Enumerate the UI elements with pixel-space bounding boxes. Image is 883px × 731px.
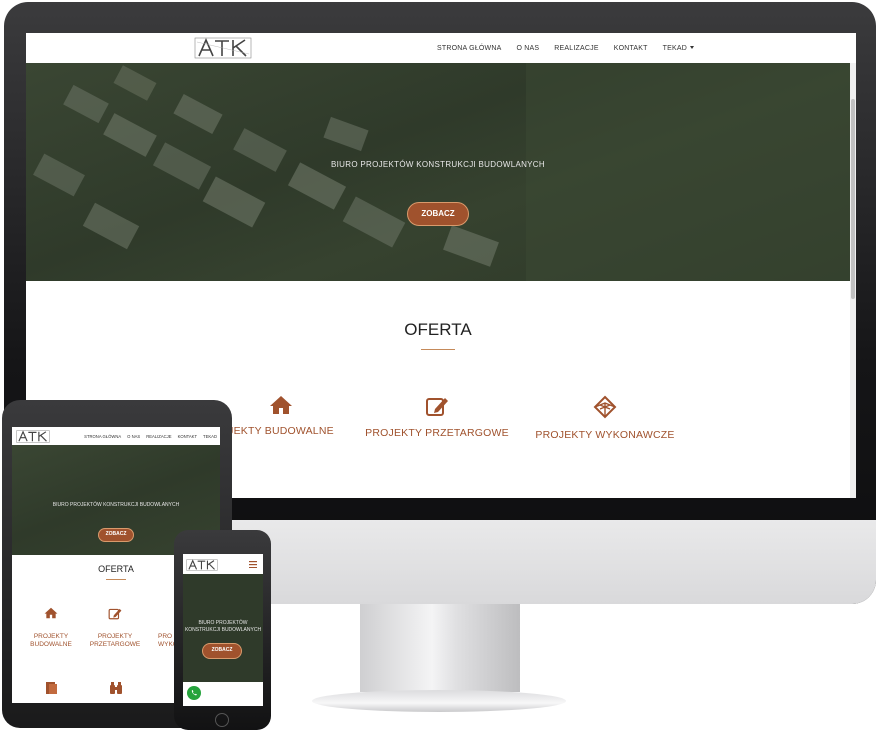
atk-logo[interactable] bbox=[186, 559, 218, 571]
phone-bottom-bar bbox=[183, 682, 263, 706]
whatsapp-icon[interactable] bbox=[187, 686, 201, 700]
cube-icon bbox=[593, 395, 617, 419]
hero-tagline: BIURO PROJEKTÓW KONSTRUKCJI BUDOWLANYCH bbox=[52, 502, 180, 508]
oferta-divider bbox=[421, 349, 455, 350]
hero-tagline: BIURO PROJEKTÓW KONSTRUKCJI BUDOWLANYCH bbox=[331, 160, 545, 169]
home-icon bbox=[270, 396, 292, 414]
service-projekty-budowalne[interactable]: PROJEKTY BUDOWALNE bbox=[24, 633, 78, 649]
imac-stand-base bbox=[312, 690, 566, 712]
nav-kontakt[interactable]: KONTAKT bbox=[614, 45, 648, 52]
nav-o-nas[interactable]: O NAS bbox=[517, 45, 540, 52]
nav-realizacje[interactable]: REALIZACJE bbox=[554, 45, 598, 52]
hero-zobacz-button[interactable]: ZOBACZ bbox=[202, 643, 242, 659]
tablet-menu: STRONA GŁÓWNA O NAS REALIZACJE KONTAKT T… bbox=[84, 427, 217, 445]
service-label: PROJEKTY PRZETARGOWE bbox=[365, 427, 509, 439]
hero-aerial-image bbox=[33, 63, 850, 281]
phone-navbar bbox=[183, 554, 263, 574]
hero-banner: BIURO PROJEKTÓW KONSTRUKCJI BUDOWLANYCH … bbox=[26, 63, 850, 281]
scrollbar-thumb[interactable] bbox=[851, 99, 855, 299]
nav-strona-glowna[interactable]: STRONA GŁÓWNA bbox=[84, 434, 121, 439]
desktop-navbar: STRONA GŁÓWNA O NAS REALIZACJE KONTAKT T… bbox=[26, 33, 856, 63]
nav-tekad[interactable]: TEKAD bbox=[203, 434, 217, 439]
nav-realizacje[interactable]: REALIZACJE bbox=[146, 434, 171, 439]
nav-kontakt[interactable]: KONTAKT bbox=[178, 434, 197, 439]
phone-screen: BIURO PROJEKTÓW KONSTRUKCJI BUDOWLANYCH … bbox=[183, 554, 263, 706]
nav-o-nas[interactable]: O NAS bbox=[127, 434, 140, 439]
hamburger-menu-icon[interactable] bbox=[249, 561, 257, 568]
home-icon bbox=[44, 607, 58, 619]
atk-logo[interactable] bbox=[194, 37, 252, 59]
nav-tekad[interactable]: TEKAD bbox=[663, 45, 694, 52]
service-projekty-przetargowe[interactable]: PROJEKTY PRZETARGOWE bbox=[362, 395, 512, 439]
service-label: PROJEKTY WYKONAWCZE bbox=[535, 429, 675, 441]
service-label: JEKTY BUDOWALNE bbox=[228, 425, 334, 437]
service-projekty-przetargowe[interactable]: PROJEKTY PRZETARGOWE bbox=[88, 633, 142, 649]
dropdown-caret-icon bbox=[690, 46, 694, 50]
nav-tekad-label: TEKAD bbox=[662, 44, 687, 52]
imac-stand bbox=[360, 604, 520, 692]
phone-frame: BIURO PROJEKTÓW KONSTRUKCJI BUDOWLANYCH … bbox=[174, 530, 271, 730]
document-icon bbox=[46, 682, 57, 694]
oferta-title: OFERTA bbox=[404, 320, 472, 339]
binoculars-icon bbox=[110, 682, 122, 694]
service-projekty-wykonawcze[interactable]: PROJEKTY WYKONAWCZE bbox=[530, 395, 680, 441]
desktop-scrollbar[interactable] bbox=[850, 63, 856, 498]
tablet-navbar: STRONA GŁÓWNA O NAS REALIZACJE KONTAKT T… bbox=[12, 427, 220, 445]
edit-icon bbox=[426, 398, 448, 416]
nav-strona-glowna[interactable]: STRONA GŁÓWNA bbox=[437, 45, 501, 52]
desktop-menu: STRONA GŁÓWNA O NAS REALIZACJE KONTAKT T… bbox=[437, 33, 694, 63]
hero-zobacz-button[interactable]: ZOBACZ bbox=[407, 202, 469, 226]
phone-home-button[interactable] bbox=[215, 713, 229, 727]
hero-zobacz-button[interactable]: ZOBACZ bbox=[98, 528, 134, 542]
atk-logo[interactable] bbox=[16, 430, 50, 443]
hero-tagline: BIURO PROJEKTÓW KONSTRUKCJI BUDOWLANYCH bbox=[184, 620, 262, 633]
oferta-divider bbox=[106, 579, 126, 580]
edit-icon bbox=[108, 608, 122, 620]
